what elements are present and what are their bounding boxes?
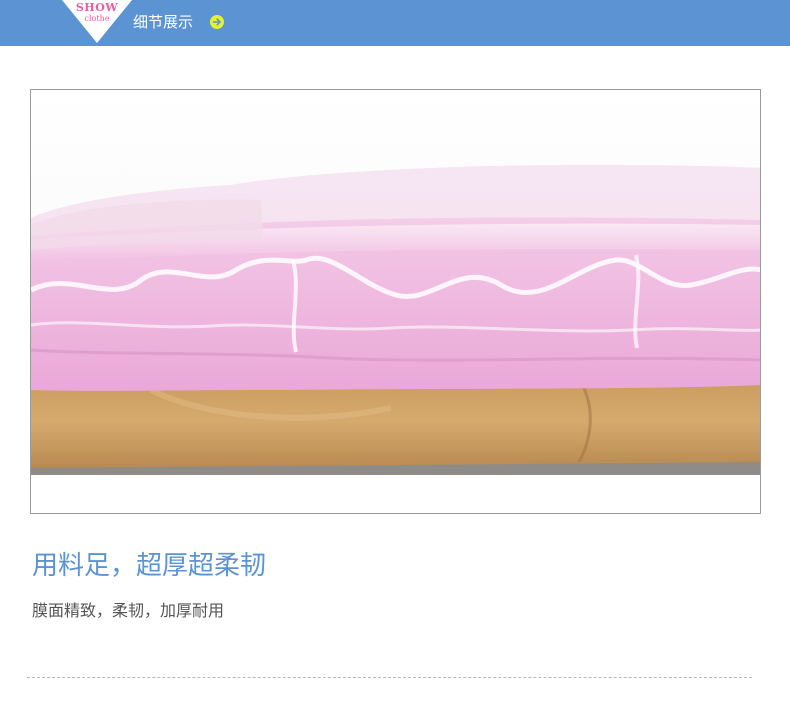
badge-show-text: SHOW [75, 1, 119, 14]
vacuum-bag-illustration [31, 90, 760, 513]
section-header-bar: SHOW clothe 细节展示 [0, 0, 790, 46]
badge-clothe-text: clothe [84, 14, 110, 23]
product-detail-photo [30, 89, 761, 514]
section-title: 细节展示 [133, 13, 194, 31]
show-clothe-badge: SHOW clothe [62, 0, 132, 44]
feature-headline: 用料足，超厚超柔韧 [32, 551, 267, 581]
dashed-divider [27, 677, 752, 678]
arrow-right-circle-icon [210, 15, 224, 29]
feature-description: 膜面精致，柔韧，加厚耐用 [32, 601, 225, 620]
